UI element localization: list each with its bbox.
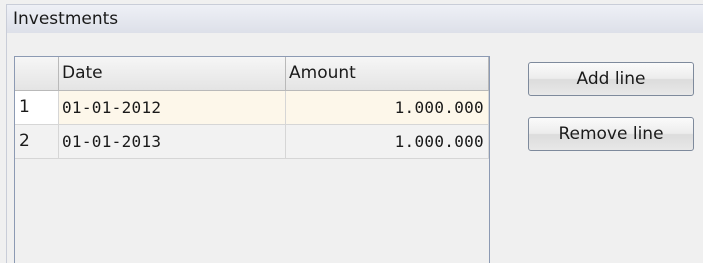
add-line-button[interactable]: Add line	[528, 62, 694, 96]
remove-line-button[interactable]: Remove line	[528, 117, 694, 151]
column-header-date[interactable]: Date	[59, 57, 286, 91]
investments-grid[interactable]: Date Amount 1 01-01-2012 1.000.000 2 01-…	[14, 56, 490, 263]
group-title: Investments	[13, 9, 119, 29]
date-cell[interactable]: 01-01-2013	[59, 125, 286, 159]
row-index[interactable]: 1	[15, 91, 59, 125]
investments-panel: Investments Date Amount 1 01-01-2012 1.0…	[0, 0, 703, 263]
amount-cell[interactable]: 1.000.000	[286, 125, 489, 159]
row-index[interactable]: 2	[15, 125, 59, 159]
column-header-index[interactable]	[15, 57, 59, 91]
group-header: Investments	[6, 4, 703, 34]
table-row[interactable]: 2 01-01-2013 1.000.000	[15, 125, 489, 159]
amount-cell[interactable]: 1.000.000	[286, 91, 489, 125]
grid-header-row: Date Amount	[15, 57, 489, 91]
date-cell[interactable]: 01-01-2012	[59, 91, 286, 125]
column-header-amount[interactable]: Amount	[286, 57, 489, 91]
table-row[interactable]: 1 01-01-2012 1.000.000	[15, 91, 489, 125]
